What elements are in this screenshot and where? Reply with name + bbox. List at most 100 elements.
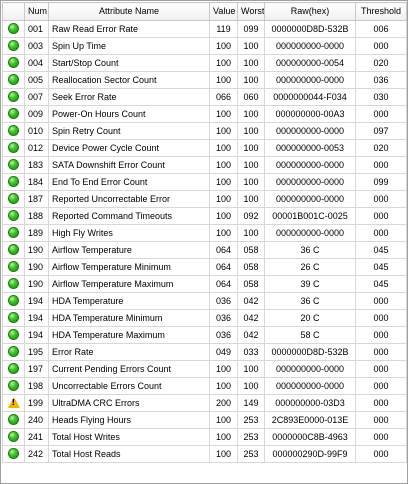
table-row[interactable]: 009 Power-On Hours Count 100 100 000000000-0… [2, 105, 407, 123]
status-cell [2, 258, 25, 276]
attribute-value: 100 [209, 122, 238, 140]
column-header-attribute-name[interactable]: Attribute Name [48, 2, 210, 21]
attribute-threshold: 000 [355, 224, 407, 242]
status-ok-circle-icon [8, 380, 19, 392]
status-cell [2, 292, 25, 310]
attribute-raw: 000000000-0000 [264, 173, 356, 191]
smart-attributes-panel: Num Attribute Name Value Worst Raw(hex) … [0, 0, 408, 484]
table-row[interactable]: 010 Spin Retry Count 100 100 000000000-0000 0… [2, 122, 407, 140]
attribute-num: 190 [24, 258, 49, 276]
attribute-raw: 20 C [264, 309, 356, 327]
attribute-raw: 0000000D8D-532B [264, 20, 356, 38]
attribute-worst: 149 [237, 394, 265, 412]
status-ok-circle-icon [8, 108, 19, 120]
attribute-threshold: 000 [355, 190, 407, 208]
attribute-threshold: 045 [355, 241, 407, 259]
status-ok-circle-icon [8, 125, 19, 137]
column-header-value[interactable]: Value [209, 2, 238, 21]
table-row[interactable]: 195 Error Rate 049 033 0000000D8D-532B 000 [2, 343, 407, 361]
attribute-raw: 000000000-0000 [264, 122, 356, 140]
attribute-num: 189 [24, 224, 49, 242]
attribute-worst: 253 [237, 411, 265, 429]
column-header-num[interactable]: Num [24, 2, 49, 21]
attribute-num: 184 [24, 173, 49, 191]
table-row[interactable]: 197 Current Pending Errors Count 100 100 000… [2, 360, 407, 378]
table-row[interactable]: 001 Raw Read Error Rate 119 099 0000000D8D-5… [2, 20, 407, 38]
status-ok-circle-icon [8, 261, 19, 273]
table-row[interactable]: 188 Reported Command Timeouts 100 092 00001B… [2, 207, 407, 225]
column-header-threshold[interactable]: Threshold [355, 2, 407, 21]
attribute-name: Spin Up Time [48, 37, 210, 55]
table-row[interactable]: 190 Airflow Temperature Minimum 064 058 26 C… [2, 258, 407, 276]
attribute-num: 194 [24, 326, 49, 344]
table-row[interactable]: 004 Start/Stop Count 100 100 000000000-0054 0… [2, 54, 407, 72]
attribute-name: Raw Read Error Rate [48, 20, 210, 38]
attribute-value: 100 [209, 428, 238, 446]
attribute-value: 100 [209, 360, 238, 378]
table-row[interactable]: 007 Seek Error Rate 066 060 0000000044-F034 0… [2, 88, 407, 106]
table-row[interactable]: 189 High Fly Writes 100 100 000000000-0000 00… [2, 224, 407, 242]
status-cell [2, 37, 25, 55]
table-row[interactable]: 190 Airflow Temperature 064 058 36 C 045 [2, 241, 407, 259]
table-row[interactable]: 242 Total Host Reads 100 253 000000290D-99F9… [2, 445, 407, 463]
attribute-value: 064 [209, 241, 238, 259]
attribute-name: Total Host Writes [48, 428, 210, 446]
status-ok-circle-icon [8, 448, 19, 460]
attribute-value: 064 [209, 258, 238, 276]
status-ok-circle-icon [8, 244, 19, 256]
attribute-value: 100 [209, 156, 238, 174]
status-cell [2, 173, 25, 191]
table-row[interactable]: 012 Device Power Cycle Count 100 100 0000000… [2, 139, 407, 157]
column-header-status[interactable] [2, 2, 25, 21]
attribute-raw: 0000000044-F034 [264, 88, 356, 106]
attribute-worst: 058 [237, 275, 265, 293]
status-ok-circle-icon [8, 431, 19, 443]
column-header-raw[interactable]: Raw(hex) [264, 2, 356, 21]
attribute-threshold: 036 [355, 71, 407, 89]
table-row[interactable]: 194 HDA Temperature Maximum 036 042 58 C 000 [2, 326, 407, 344]
table-row[interactable]: 199UltraDMA CRC Errors200149000000000-03… [2, 394, 407, 412]
attribute-num: 005 [24, 71, 49, 89]
status-ok-circle-icon [8, 329, 19, 341]
table-header-row: Num Attribute Name Value Worst Raw(hex) … [2, 2, 407, 21]
attribute-name: End To End Error Count [48, 173, 210, 191]
column-header-worst[interactable]: Worst [237, 2, 265, 21]
table-row[interactable]: 194 HDA Temperature 036 042 36 C 000 [2, 292, 407, 310]
attribute-name: Power-On Hours Count [48, 105, 210, 123]
status-ok-circle-icon [8, 312, 19, 324]
table-row[interactable]: 005 Reallocation Sector Count 100 100 000000… [2, 71, 407, 89]
table-row[interactable]: 241 Total Host Writes 100 253 0000000C8B-496… [2, 428, 407, 446]
attribute-raw: 39 C [264, 275, 356, 293]
attribute-raw: 0000000D8D-532B [264, 343, 356, 361]
status-cell [2, 88, 25, 106]
attribute-raw: 000000000-00A3 [264, 105, 356, 123]
attribute-value: 100 [209, 54, 238, 72]
status-ok-circle-icon [8, 227, 19, 239]
table-row[interactable]: 240 Heads Flying Hours 100 253 2C893E0000-01… [2, 411, 407, 429]
attribute-worst: 100 [237, 224, 265, 242]
attribute-num: 007 [24, 88, 49, 106]
table-row[interactable]: 184 End To End Error Count 100 100 000000000… [2, 173, 407, 191]
status-ok-circle-icon [8, 142, 19, 154]
status-cell [2, 275, 25, 293]
attribute-value: 049 [209, 343, 238, 361]
attribute-num: 010 [24, 122, 49, 140]
attribute-raw: 00001B001C-0025 [264, 207, 356, 225]
status-cell [2, 445, 25, 463]
table-row[interactable]: 183 SATA Downshift Error Count 100 100 00000… [2, 156, 407, 174]
table-row[interactable]: 003 Spin Up Time 100 100 000000000-0000 000 [2, 37, 407, 55]
attribute-worst: 092 [237, 207, 265, 225]
table-row[interactable]: 194 HDA Temperature Minimum 036 042 20 C 000 [2, 309, 407, 327]
table-row[interactable]: 190 Airflow Temperature Maximum 064 058 39 C… [2, 275, 407, 293]
attribute-worst: 100 [237, 71, 265, 89]
attribute-raw: 26 C [264, 258, 356, 276]
status-ok-circle-icon [8, 57, 19, 69]
table-row[interactable]: 198 Uncorrectable Errors Count 100 100 00000… [2, 377, 407, 395]
attribute-name: Airflow Temperature Minimum [48, 258, 210, 276]
attribute-worst: 100 [237, 173, 265, 191]
attribute-value: 100 [209, 139, 238, 157]
attribute-worst: 100 [237, 139, 265, 157]
attribute-raw: 000000000-0000 [264, 224, 356, 242]
attribute-worst: 033 [237, 343, 265, 361]
table-row[interactable]: 187 Reported Uncorrectable Error 100 100 000… [2, 190, 407, 208]
